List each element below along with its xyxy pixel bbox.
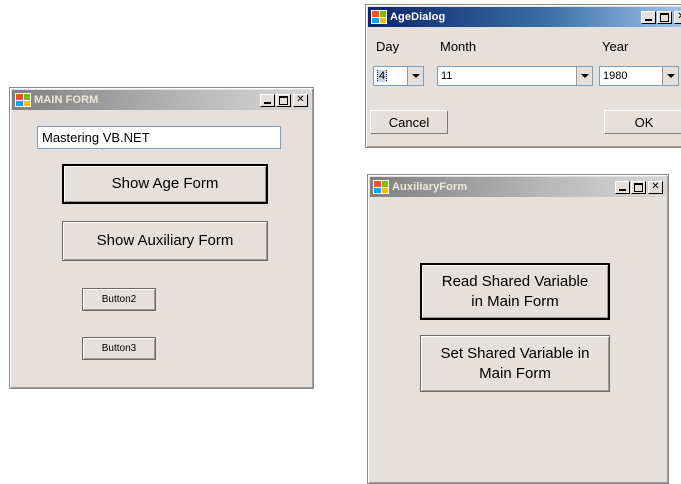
main-form-titlebar[interactable]: MAIN FORM ✕: [12, 90, 311, 110]
day-label: Day: [376, 39, 400, 54]
minimize-icon[interactable]: [260, 93, 275, 107]
maximize-icon[interactable]: [276, 93, 291, 107]
title-textbox[interactable]: Mastering VB.NET: [37, 126, 281, 149]
day-combobox[interactable]: 4: [373, 66, 424, 86]
ok-button[interactable]: OK: [604, 110, 681, 134]
main-form-window: MAIN FORM ✕ Mastering VB.NET Show Age Fo…: [9, 87, 314, 389]
read-shared-variable-button[interactable]: Read Shared Variable in Main Form: [420, 263, 610, 320]
maximize-icon[interactable]: [631, 180, 646, 194]
app-icon: [15, 93, 31, 107]
minimize-icon[interactable]: [615, 180, 630, 194]
minimize-icon[interactable]: [641, 10, 656, 24]
close-icon[interactable]: ✕: [293, 93, 308, 107]
close-icon[interactable]: ✕: [648, 180, 663, 194]
dropdown-arrow-icon[interactable]: [662, 67, 678, 85]
cancel-button[interactable]: Cancel: [370, 110, 448, 134]
month-combobox[interactable]: 11: [437, 66, 593, 86]
show-auxiliary-form-button[interactable]: Show Auxiliary Form: [62, 221, 268, 261]
show-age-form-button[interactable]: Show Age Form: [62, 164, 268, 204]
window-title: AuxiliaryForm: [392, 181, 468, 193]
month-value: 11: [441, 70, 453, 82]
button2[interactable]: Button2: [82, 288, 156, 311]
auxiliary-form-titlebar[interactable]: AuxiliaryForm ✕: [370, 177, 666, 197]
window-title: AgeDialog: [390, 11, 446, 23]
dropdown-arrow-icon[interactable]: [576, 67, 592, 85]
auxiliary-form-window: AuxiliaryForm ✕ Read Shared Variable in …: [367, 174, 669, 484]
year-label: Year: [602, 39, 629, 54]
year-value: 1980: [603, 70, 628, 82]
age-dialog-window: AgeDialog ✕ Day Month Year 4 11 1980 Can…: [365, 4, 681, 148]
app-icon: [373, 180, 389, 194]
year-combobox[interactable]: 1980: [599, 66, 679, 86]
app-icon: [371, 10, 387, 24]
button3[interactable]: Button3: [82, 337, 156, 360]
day-value: 4: [377, 70, 388, 82]
age-dialog-titlebar[interactable]: AgeDialog ✕: [368, 7, 681, 27]
month-label: Month: [440, 39, 477, 54]
close-icon[interactable]: ✕: [674, 10, 681, 24]
set-shared-variable-button[interactable]: Set Shared Variable in Main Form: [420, 335, 610, 392]
maximize-icon[interactable]: [657, 10, 672, 24]
window-title: MAIN FORM: [34, 94, 99, 106]
dropdown-arrow-icon[interactable]: [407, 67, 423, 85]
